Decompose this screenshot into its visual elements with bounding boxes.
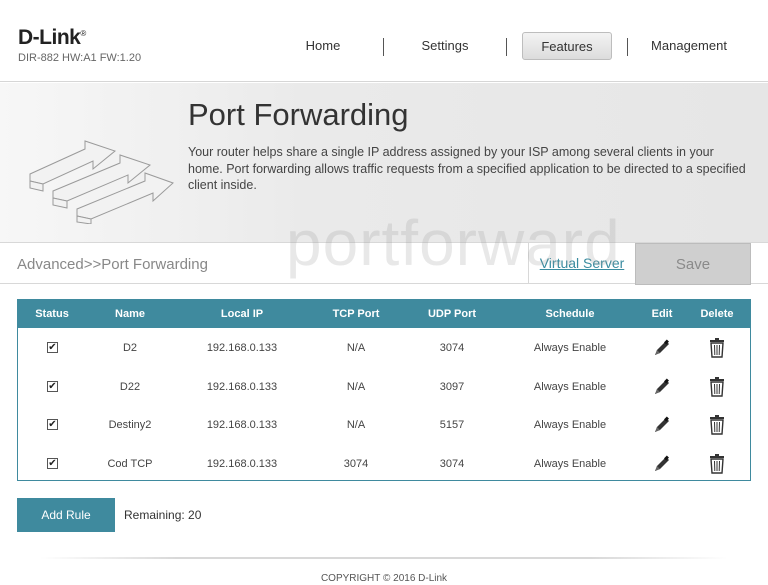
page-title: Port Forwarding	[188, 97, 409, 132]
nav-home[interactable]: Home	[288, 32, 358, 60]
rule-local-ip: 192.168.0.133	[206, 342, 278, 354]
col-delete: Delete	[700, 308, 734, 320]
nav-features[interactable]: Features	[522, 32, 612, 60]
col-status: Status	[35, 308, 69, 320]
rule-udp-port: 3074	[439, 457, 465, 470]
save-button[interactable]: Save	[635, 243, 751, 285]
rule-tcp-port: 3074	[343, 457, 369, 470]
footer-divider	[40, 557, 728, 559]
add-rule-button[interactable]: Add Rule	[17, 498, 115, 532]
col-local-ip: Local IP	[220, 308, 264, 320]
nav-divider	[506, 38, 507, 56]
rule-name: Destiny2	[108, 419, 152, 431]
table-row: ✔ D2 192.168.0.133 N/A 3074 Always Enable	[18, 329, 750, 367]
rule-tcp-port: N/A	[346, 342, 366, 354]
pencil-icon[interactable]	[652, 453, 672, 475]
dlink-logo: D-Link®	[18, 26, 86, 49]
pencil-icon[interactable]	[652, 337, 672, 359]
port-forwarding-table: Status Name Local IP TCP Port UDP Port S…	[17, 299, 751, 481]
rule-local-ip: 192.168.0.133	[206, 457, 278, 470]
table-row: ✔ Destiny2 192.168.0.133 N/A 5157 Always Enab…	[18, 406, 750, 444]
virtual-server-link[interactable]: Virtual Server	[528, 243, 635, 284]
breadcrumb[interactable]: Advanced>>Port Forwarding	[17, 256, 208, 273]
nav-divider	[627, 38, 628, 56]
col-name: Name	[115, 308, 145, 320]
rule-local-ip: 192.168.0.133	[206, 380, 278, 393]
table-row: ✔ D22 192.168.0.133 N/A 3097 Always Enable	[18, 368, 750, 406]
nav-divider	[383, 38, 384, 56]
status-checkbox[interactable]: ✔	[47, 342, 58, 353]
col-schedule: Schedule	[545, 308, 595, 320]
pencil-icon[interactable]	[652, 414, 672, 436]
rule-tcp-port: N/A	[346, 380, 366, 393]
rule-local-ip: 192.168.0.133	[206, 419, 278, 431]
page-banner: Port Forwarding Your router helps share …	[0, 83, 768, 242]
pencil-icon[interactable]	[652, 376, 672, 398]
table-row: ✔ Cod TCP 192.168.0.133 3074 3074 Always Enab…	[18, 445, 750, 483]
port-arrows-icon	[29, 140, 174, 224]
status-checkbox[interactable]: ✔	[47, 380, 58, 392]
rule-name: D22	[119, 380, 141, 393]
header: D-Link® DIR-882 HW:A1 FW:1.20 Home Setti…	[0, 0, 768, 82]
model-info: DIR-882 HW:A1 FW:1.20	[18, 52, 142, 64]
rule-udp-port: 3074	[439, 342, 465, 354]
col-udp-port: UDP Port	[427, 308, 477, 320]
trash-icon[interactable]	[707, 414, 727, 436]
remaining-count: Remaining: 20	[124, 508, 202, 522]
rule-name: Cod TCP	[107, 457, 153, 470]
trash-icon[interactable]	[707, 453, 727, 475]
rule-schedule: Always Enable	[533, 457, 607, 470]
trash-icon[interactable]	[707, 337, 727, 359]
col-edit: Edit	[651, 308, 673, 320]
rule-tcp-port: N/A	[346, 419, 366, 431]
rule-name: D2	[122, 342, 138, 354]
status-checkbox[interactable]: ✔	[47, 419, 58, 430]
rule-schedule: Always Enable	[533, 419, 607, 431]
col-tcp-port: TCP Port	[332, 308, 380, 320]
rule-udp-port: 5157	[439, 419, 465, 431]
trash-icon[interactable]	[707, 376, 727, 398]
nav-settings[interactable]: Settings	[405, 32, 485, 60]
page-description: Your router helps share a single IP addr…	[188, 145, 746, 192]
breadcrumb-bar: Advanced>>Port Forwarding Virtual Server…	[0, 242, 768, 285]
rule-udp-port: 3097	[439, 380, 465, 393]
rule-schedule: Always Enable	[533, 380, 607, 393]
nav-management[interactable]: Management	[645, 32, 733, 60]
status-checkbox[interactable]: ✔	[47, 457, 58, 469]
table-header: Status Name Local IP TCP Port UDP Port S…	[18, 300, 750, 328]
copyright: COPYRIGHT © 2016 D-Link	[320, 573, 448, 584]
rule-schedule: Always Enable	[533, 342, 607, 354]
